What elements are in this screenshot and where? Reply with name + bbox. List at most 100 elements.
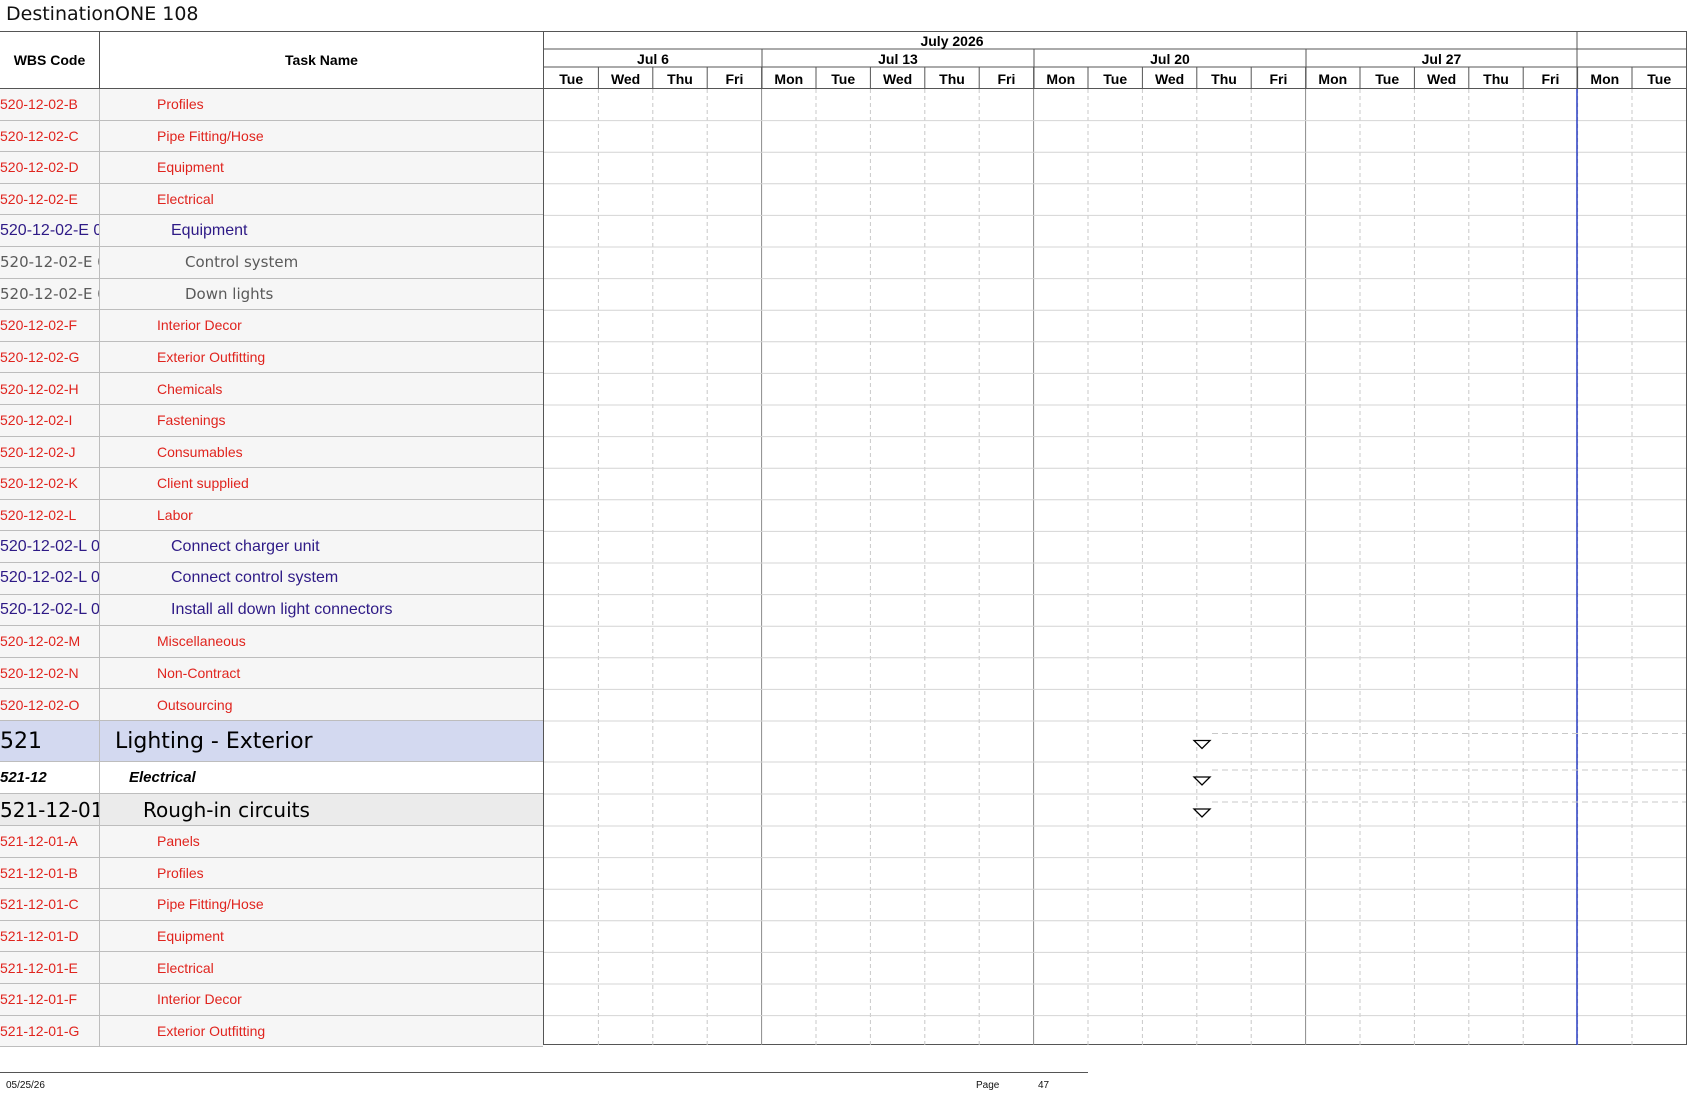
week-label: Jul 13 bbox=[878, 51, 918, 67]
task-row[interactable]: 521-12-01-D Equipment bbox=[0, 920, 543, 953]
day-label: Tue bbox=[1103, 71, 1127, 87]
day-label: Mon bbox=[1318, 71, 1347, 87]
task-name-cell: Miscellaneous bbox=[157, 633, 246, 650]
task-name-cell: Electrical bbox=[157, 191, 214, 208]
column-header-task-name[interactable]: Task Name bbox=[100, 32, 543, 88]
day-label: Wed bbox=[1427, 71, 1456, 87]
month-label: July 2026 bbox=[920, 33, 983, 49]
task-row[interactable]: 520-12-02-J Consumables bbox=[0, 436, 543, 469]
wbs-code-cell: 520-12-02-L bbox=[0, 499, 100, 531]
wbs-code-cell: 521-12-01-A bbox=[0, 826, 100, 857]
task-name-cell: Outsourcing bbox=[157, 696, 233, 713]
day-label: Thu bbox=[667, 71, 693, 87]
task-name-cell: Equipment bbox=[171, 221, 248, 239]
task-row[interactable]: 520-12-02-L 0 Install all down light conn… bbox=[0, 594, 543, 627]
task-row[interactable]: 521-12-01 Rough-in circuits bbox=[0, 794, 543, 826]
day-label: Wed bbox=[611, 71, 640, 87]
task-row[interactable]: 520-12-02-E 0 Down lights bbox=[0, 278, 543, 311]
task-name-cell: Interior Decor bbox=[157, 317, 242, 334]
wbs-code-cell: 520-12-02-I bbox=[0, 405, 100, 436]
wbs-code-cell: 520-12-02-E bbox=[0, 183, 100, 215]
task-name-cell: Install all down light connectors bbox=[171, 600, 393, 618]
task-row[interactable]: 520-12-02-I Fastenings bbox=[0, 405, 543, 437]
task-row[interactable]: 521-12-01-F Interior Decor bbox=[0, 984, 543, 1016]
task-row[interactable]: 520-12-02-K Client supplied bbox=[0, 468, 543, 500]
column-header-wbs-code[interactable]: WBS Code bbox=[0, 32, 100, 88]
task-name-cell: Interior Decor bbox=[157, 991, 242, 1008]
day-label: Wed bbox=[1155, 71, 1184, 87]
day-label: Fri bbox=[1541, 71, 1559, 87]
day-label: Fri bbox=[997, 71, 1015, 87]
wbs-code-cell: 520-12-02-F bbox=[0, 310, 100, 341]
task-row[interactable]: 521-12-01-B Profiles bbox=[0, 857, 543, 890]
task-name-cell: Equipment bbox=[157, 928, 224, 945]
wbs-code-cell: 520-12-02-M bbox=[0, 626, 100, 657]
task-row[interactable]: 520-12-02-L 0 Connect charger unit bbox=[0, 531, 543, 563]
week-label: Jul 6 bbox=[637, 51, 669, 67]
wbs-code-cell: 520-12-02-E 0 bbox=[0, 215, 100, 246]
task-row[interactable]: 520-12-02-E 0 Control system bbox=[0, 247, 543, 279]
task-row[interactable]: 520-12-02-E Electrical bbox=[0, 183, 543, 216]
task-row[interactable]: 520-12-02-L Labor bbox=[0, 499, 543, 532]
footer-date: 05/25/26 bbox=[6, 1080, 45, 1091]
task-name-cell: Exterior Outfitting bbox=[157, 349, 266, 366]
task-row[interactable]: 521 Lighting - Exterior bbox=[0, 721, 543, 762]
task-row[interactable]: 520-12-02-F Interior Decor bbox=[0, 310, 543, 342]
day-label: Fri bbox=[725, 71, 743, 87]
task-name-cell: Rough-in circuits bbox=[143, 797, 310, 822]
wbs-code-cell: 520-12-02-C bbox=[0, 120, 100, 152]
wbs-code-cell: 521-12-01-F bbox=[0, 984, 100, 1015]
task-row[interactable]: 520-12-02-N Non-Contract bbox=[0, 657, 543, 690]
gantt-chart-area[interactable]: July 2026 Jul 6 Jul 13 Jul 20 Jul 27 Tue Wed Th… bbox=[543, 32, 1686, 1045]
day-label: Mon bbox=[774, 71, 803, 87]
task-row[interactable]: 520-12-02-B Profiles bbox=[0, 89, 543, 121]
task-name-cell: Fastenings bbox=[157, 412, 226, 429]
wbs-code-cell: 520-12-02-D bbox=[0, 152, 100, 183]
task-row[interactable]: 521-12 Electrical bbox=[0, 762, 543, 794]
task-name-cell: Client supplied bbox=[157, 475, 249, 492]
task-row[interactable]: 521-12-01-G Exterior Outfitting bbox=[0, 1015, 543, 1048]
task-name-cell: Consumables bbox=[157, 443, 243, 460]
week-label: Jul 27 bbox=[1422, 51, 1462, 67]
page-footer: 05/25/26 Page 47 bbox=[0, 1072, 1088, 1098]
wbs-code-cell: 521-12-01-B bbox=[0, 857, 100, 889]
task-name-cell: Panels bbox=[157, 833, 200, 850]
day-label: Wed bbox=[883, 71, 912, 87]
day-label: Tue bbox=[1647, 71, 1671, 87]
day-label: Tue bbox=[831, 71, 855, 87]
task-row[interactable]: 520-12-02-G Exterior Outfitting bbox=[0, 341, 543, 374]
wbs-code-cell: 520-12-02-L 0 bbox=[0, 594, 100, 626]
task-row[interactable]: 520-12-02-M Miscellaneous bbox=[0, 626, 543, 658]
task-row[interactable]: 521-12-01-E Electrical bbox=[0, 952, 543, 984]
wbs-code-cell: 521-12-01-G bbox=[0, 1015, 100, 1047]
task-row[interactable]: 520-12-02-O Outsourcing bbox=[0, 689, 543, 721]
task-row[interactable]: 520-12-02-D Equipment bbox=[0, 152, 543, 184]
task-name-cell: Connect control system bbox=[171, 569, 339, 587]
week-label: Jul 20 bbox=[1150, 51, 1190, 67]
task-row[interactable]: 521-12-01-A Panels bbox=[0, 826, 543, 858]
task-row[interactable]: 521-12-01-C Pipe Fitting/Hose bbox=[0, 889, 543, 921]
task-name-cell: Electrical bbox=[157, 959, 214, 976]
wbs-code-cell: 521 bbox=[0, 721, 100, 761]
task-name-cell: Down lights bbox=[185, 284, 274, 303]
day-label: Thu bbox=[1483, 71, 1509, 87]
wbs-code-cell: 520-12-02-K bbox=[0, 468, 100, 499]
wbs-code-cell: 521-12-01-E bbox=[0, 952, 100, 983]
wbs-code-cell: 520-12-02-J bbox=[0, 436, 100, 468]
day-label: Mon bbox=[1590, 71, 1619, 87]
task-row[interactable]: 520-12-02-C Pipe Fitting/Hose bbox=[0, 120, 543, 153]
task-row[interactable]: 520-12-02-H Chemicals bbox=[0, 373, 543, 405]
task-name-cell: Lighting - Exterior bbox=[115, 728, 313, 754]
task-row[interactable]: 520-12-02-L 0 Connect control system bbox=[0, 563, 543, 595]
task-name-cell: Labor bbox=[157, 507, 193, 524]
task-name-cell: Pipe Fitting/Hose bbox=[157, 127, 264, 144]
wbs-code-cell: 520-12-02-N bbox=[0, 657, 100, 689]
wbs-code-cell: 521-12 bbox=[0, 762, 100, 793]
task-name-cell: Profiles bbox=[157, 864, 204, 881]
task-name-cell: Equipment bbox=[157, 159, 224, 176]
task-row[interactable]: 520-12-02-E 0 Equipment bbox=[0, 215, 543, 247]
table-header: WBS Code Task Name bbox=[0, 32, 543, 89]
wbs-code-cell: 521-12-01-C bbox=[0, 889, 100, 920]
wbs-code-cell: 520-12-02-G bbox=[0, 341, 100, 373]
task-name-cell: Profiles bbox=[157, 96, 204, 113]
